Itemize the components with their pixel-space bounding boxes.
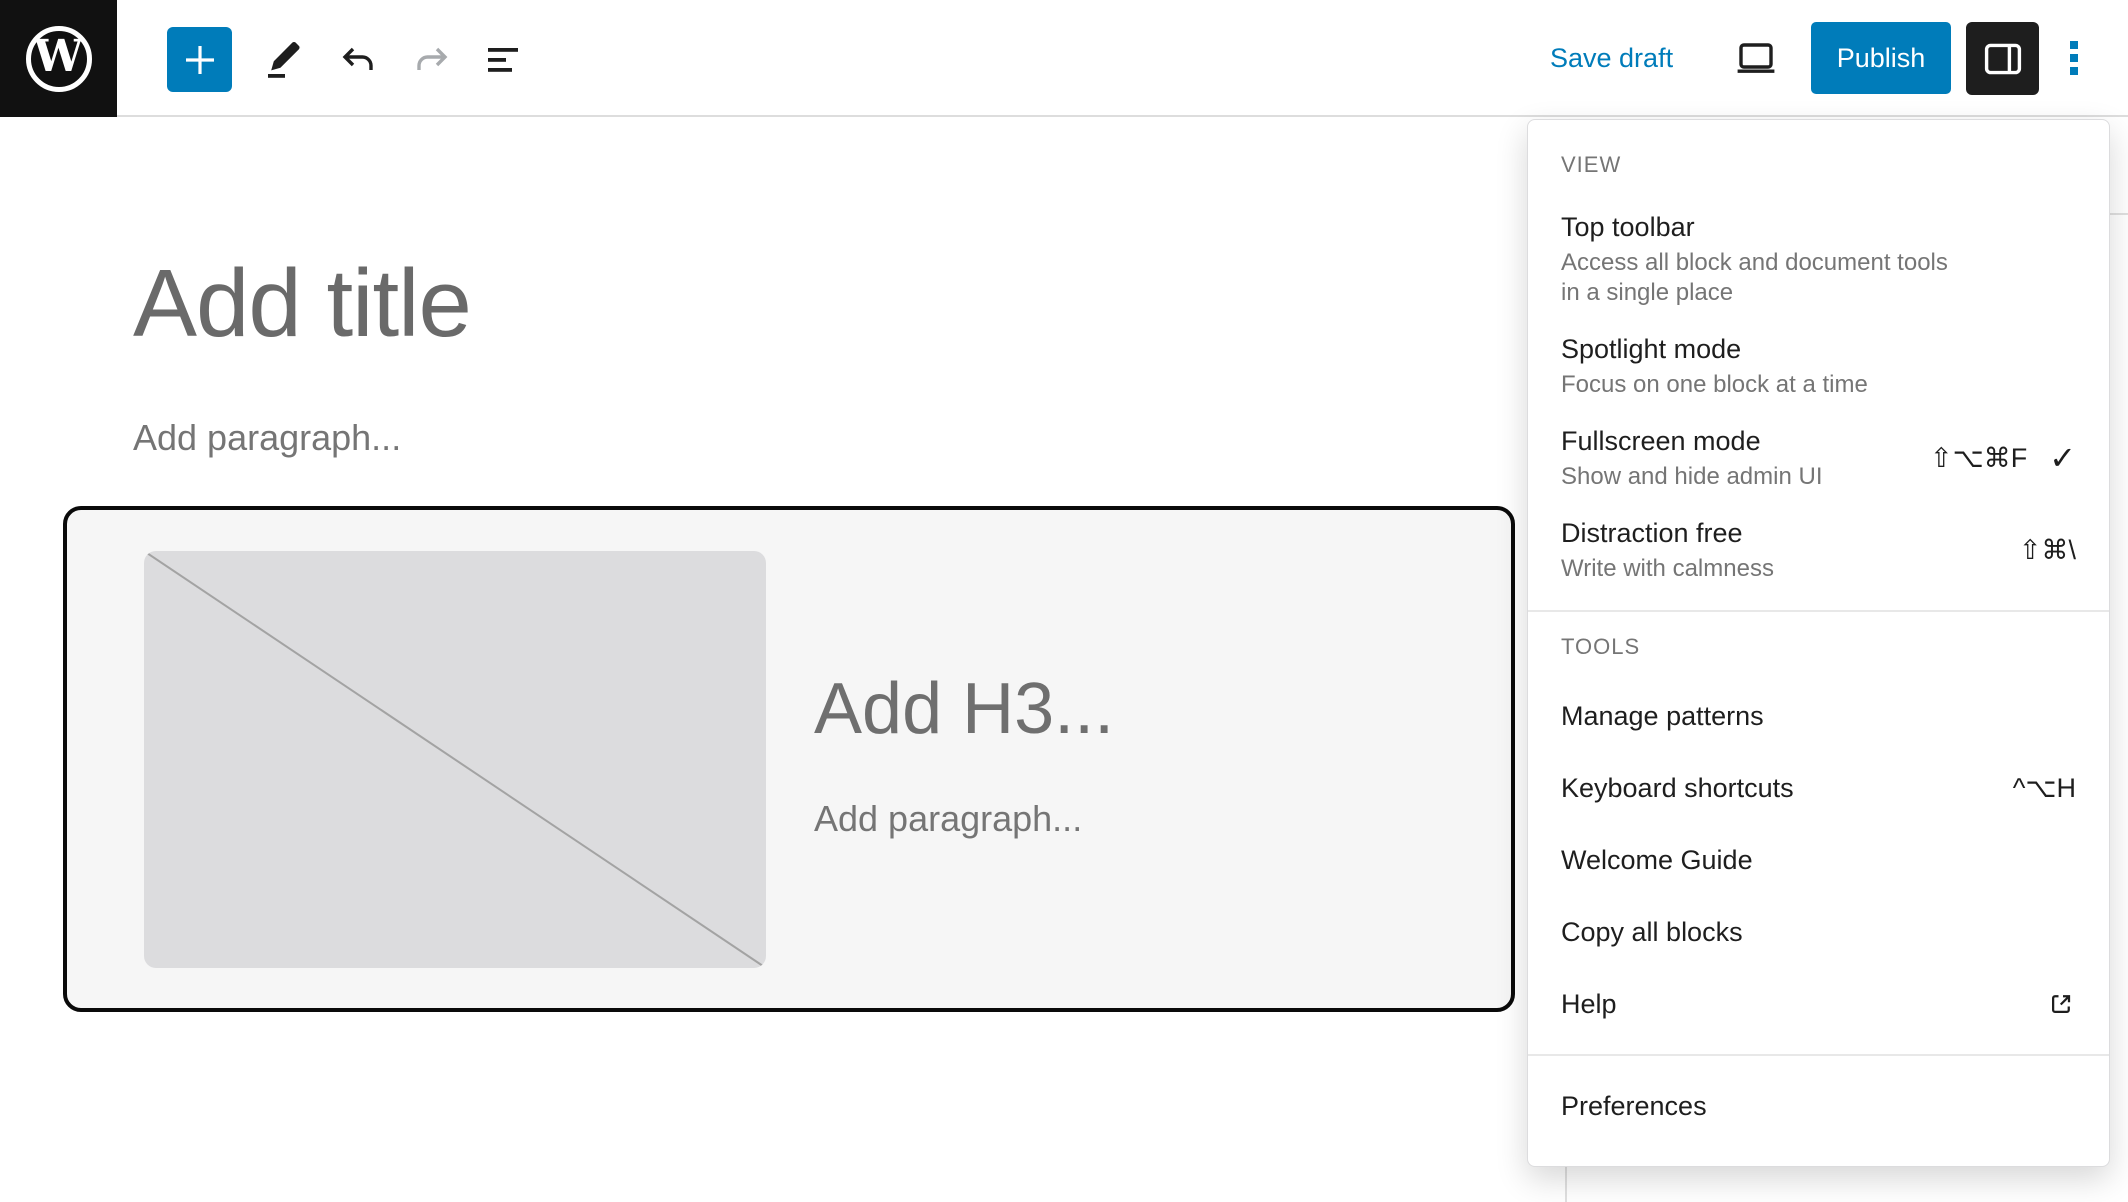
menu-section-tools: TOOLS Manage patterns Keyboard shortcuts ^⌥… [1528, 610, 2109, 1054]
menu-item-label: Top toolbar [1561, 212, 1695, 242]
menu-item-welcome-guide[interactable]: Welcome Guide [1528, 824, 2109, 896]
menu-item-spotlight-mode[interactable]: Spotlight mode Focus on one block at a ti… [1528, 320, 2109, 412]
menu-item-label: Copy all blocks [1561, 917, 1743, 947]
keyboard-shortcut: ⇧⌥⌘F [1929, 442, 2028, 473]
list-view-icon [488, 48, 518, 72]
sidebar-panel-icon [1984, 43, 2021, 74]
menu-section-label: VIEW [1561, 152, 1622, 177]
pencil-icon [268, 42, 302, 78]
undo-button[interactable] [334, 36, 382, 84]
menu-item-description: Focus on one block at a time [1561, 371, 1868, 398]
menu-item-preferences[interactable]: Preferences [1528, 1070, 2109, 1142]
publish-button[interactable]: Publish [1811, 22, 1951, 94]
vertical-dots-icon [2070, 41, 2078, 49]
editor-top-bar: W Save draft Publish [0, 0, 2128, 117]
paragraph-block-placeholder[interactable]: Add paragraph... [133, 417, 401, 459]
document-overview-button[interactable] [480, 36, 528, 84]
block-paragraph-placeholder[interactable]: Add paragraph... [814, 798, 1082, 840]
wordpress-logo-button[interactable]: W [0, 0, 117, 117]
menu-item-description: Show and hide admin UI [1561, 463, 1823, 490]
preview-button[interactable] [1732, 34, 1780, 82]
check-icon: ✓ [2049, 440, 2076, 476]
menu-item-keyboard-shortcuts[interactable]: Keyboard shortcuts ^⌥H [1528, 752, 2109, 824]
options-menu-popover: VIEW Top toolbar Access all block and docu… [1527, 119, 2110, 1167]
undo-arrow-icon [342, 47, 373, 70]
options-menu-button[interactable] [2050, 34, 2098, 82]
menu-item-manage-patterns[interactable]: Manage patterns [1528, 680, 2109, 752]
menu-item-description: Write with calmness [1561, 555, 1774, 582]
redo-button[interactable] [408, 36, 456, 84]
media-text-block[interactable]: Add H3... Add paragraph... [63, 506, 1515, 1012]
menu-section: Preferences [1528, 1054, 2109, 1156]
menu-item-distraction-free[interactable]: Distraction free Write with calmness ⇧⌘\ [1528, 504, 2109, 596]
wordpress-logo-letter: W [33, 30, 84, 82]
heading-block-placeholder[interactable]: Add H3... [814, 668, 1114, 750]
keyboard-shortcut: ^⌥H [2012, 772, 2076, 803]
editor-canvas: Add title Add paragraph... Add H3... Add… [0, 119, 1565, 1202]
menu-item-label: Distraction free [1561, 518, 1743, 548]
menu-item-label: Manage patterns [1561, 701, 1764, 731]
menu-section-view: VIEW Top toolbar Access all block and docu… [1528, 130, 2109, 610]
post-title-input[interactable]: Add title [133, 249, 472, 359]
menu-item-label: Help [1561, 989, 1617, 1019]
menu-item-description: Access all block and document tools in a… [1561, 249, 1948, 306]
menu-item-label: Keyboard shortcuts [1561, 773, 1794, 803]
menu-item-help[interactable]: Help [1528, 968, 2109, 1040]
save-draft-button[interactable]: Save draft [1550, 0, 1673, 117]
wordpress-block-editor: W Save draft Publish Add title Add parag… [0, 0, 2128, 1202]
settings-sidebar-toggle[interactable] [1966, 22, 2039, 95]
block-inserter-button[interactable] [167, 27, 232, 92]
diagonal-line [144, 551, 766, 968]
menu-item-label: Preferences [1561, 1091, 1707, 1121]
edit-tool-button[interactable] [260, 36, 308, 84]
menu-item-label: Spotlight mode [1561, 334, 1742, 364]
menu-item-top-toolbar[interactable]: Top toolbar Access all block and document… [1528, 198, 2109, 320]
menu-item-copy-all-blocks[interactable]: Copy all blocks [1528, 896, 2109, 968]
menu-item-fullscreen-mode[interactable]: Fullscreen mode Show and hide admin UI ⇧⌥⌘… [1528, 412, 2109, 504]
empty-image-placeholder[interactable] [144, 551, 766, 968]
menu-item-label: Welcome Guide [1561, 845, 1753, 875]
laptop-icon [1737, 43, 1775, 73]
redo-arrow-icon [417, 47, 448, 70]
wordpress-logo-icon: W [25, 25, 92, 92]
external-link-icon [2052, 995, 2071, 1013]
keyboard-shortcut: ⇧⌘\ [2018, 534, 2076, 565]
menu-item-label: Fullscreen mode [1561, 426, 1761, 456]
menu-section-label: TOOLS [1561, 634, 1641, 659]
plus-icon [185, 45, 214, 74]
